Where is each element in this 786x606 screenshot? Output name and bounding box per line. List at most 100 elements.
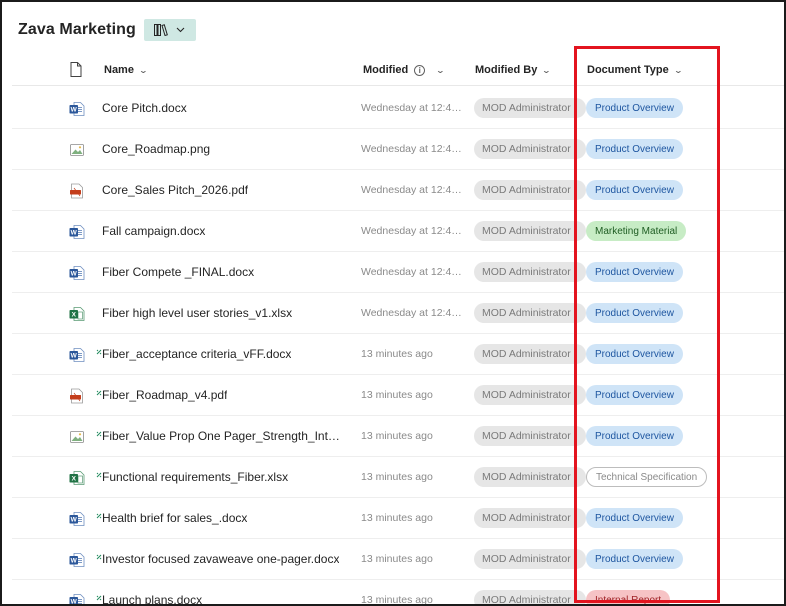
- file-name[interactable]: Investor focused zavaweave one-pager.doc…: [102, 552, 339, 566]
- document-type-tag[interactable]: Product Overview: [586, 303, 683, 323]
- modified-by-persona[interactable]: MOD Administrator: [474, 467, 586, 487]
- modified-date: Wednesday at 12:4…: [361, 102, 461, 114]
- modified-by-persona[interactable]: MOD Administrator: [474, 262, 586, 282]
- modified-by-persona[interactable]: MOD Administrator: [474, 549, 586, 569]
- file-name[interactable]: Fiber Compete _FINAL.docx: [102, 265, 254, 279]
- table-row[interactable]: W Fiber Compete _FINAL.docx Wednesday at…: [12, 252, 784, 293]
- modified-by-persona[interactable]: MOD Administrator: [474, 385, 586, 405]
- document-type-tag[interactable]: Technical Specification: [586, 467, 708, 487]
- modified-date: 13 minutes ago: [361, 471, 433, 483]
- column-header-document-type-label: Document Type: [587, 64, 669, 76]
- file-name[interactable]: Fiber_Roadmap_v4.pdf: [102, 388, 227, 402]
- document-type-tag[interactable]: Product Overview: [586, 98, 683, 118]
- chevron-down-icon: ⌄: [138, 65, 149, 75]
- file-name[interactable]: Core Pitch.docx: [102, 101, 187, 115]
- word-icon: W: [69, 101, 85, 117]
- file-type-icon[interactable]: [70, 62, 82, 77]
- svg-text:W: W: [71, 353, 78, 360]
- file-list: W Core Pitch.docx Wednesday at 12:4… MOD…: [12, 88, 784, 606]
- table-row[interactable]: W Fall campaign.docx Wednesday at 12:4… …: [12, 211, 784, 252]
- modified-date: 13 minutes ago: [361, 430, 433, 442]
- word-icon: W: [69, 224, 85, 240]
- document-type-tag[interactable]: Marketing Material: [586, 221, 687, 241]
- document-type-tag[interactable]: Product Overview: [586, 508, 683, 528]
- table-row[interactable]: W Health brief for sales_.docx 13 minute…: [12, 498, 784, 539]
- info-icon[interactable]: i: [414, 64, 426, 76]
- document-type-tag[interactable]: Product Overview: [586, 426, 683, 446]
- column-header-modified-by[interactable]: Modified By ⌄: [475, 64, 552, 76]
- table-row[interactable]: W Fiber_acceptance criteria_vFF.docx 13 …: [12, 334, 784, 375]
- table-row[interactable]: Fiber_Value Prop One Pager_Strength_Inte…: [12, 416, 784, 457]
- modified-date: Wednesday at 12:4…: [361, 143, 461, 155]
- table-row[interactable]: X Fiber high level user stories_v1.xlsx …: [12, 293, 784, 334]
- pdf-icon: [69, 183, 85, 199]
- modified-by-persona[interactable]: MOD Administrator: [474, 344, 586, 364]
- table-row[interactable]: X Functional requirements_Fiber.xlsx 13 …: [12, 457, 784, 498]
- page-title: Zava Marketing: [18, 21, 136, 38]
- svg-text:W: W: [71, 558, 78, 565]
- file-name[interactable]: Health brief for sales_.docx: [102, 511, 247, 525]
- modified-by-persona[interactable]: MOD Administrator: [474, 508, 586, 528]
- word-icon: W: [69, 593, 85, 606]
- table-row[interactable]: W Investor focused zavaweave one-pager.d…: [12, 539, 784, 580]
- table-row[interactable]: Core_Sales Pitch_2026.pdf Wednesday at 1…: [12, 170, 784, 211]
- modified-by-persona[interactable]: MOD Administrator: [474, 590, 586, 604]
- file-name[interactable]: Functional requirements_Fiber.xlsx: [102, 470, 288, 484]
- document-type-tag[interactable]: Product Overview: [586, 385, 683, 405]
- view-switcher-button[interactable]: [143, 19, 196, 41]
- column-header-modified[interactable]: Modified i ⌄: [363, 64, 445, 76]
- file-name[interactable]: Fall campaign.docx: [102, 224, 205, 238]
- svg-text:W: W: [71, 230, 78, 237]
- document-type-tag[interactable]: Product Overview: [586, 344, 683, 364]
- word-icon: W: [69, 265, 85, 281]
- modified-date: Wednesday at 12:4…: [361, 184, 461, 196]
- file-name[interactable]: Fiber_Value Prop One Pager_Strength_Inte…: [102, 429, 342, 443]
- column-header-name[interactable]: Name ⌄: [104, 64, 149, 76]
- excel-icon: X: [69, 306, 85, 322]
- svg-text:W: W: [71, 599, 78, 606]
- file-name[interactable]: Core_Roadmap.png: [102, 142, 210, 156]
- svg-text:X: X: [72, 476, 77, 483]
- modified-by-persona[interactable]: MOD Administrator: [474, 139, 586, 159]
- library-icon: [154, 24, 169, 36]
- chevron-down-icon: ⌄: [673, 65, 683, 75]
- modified-by-persona[interactable]: MOD Administrator: [474, 180, 586, 200]
- chevron-down-icon: ⌄: [542, 65, 552, 75]
- table-row[interactable]: Core_Roadmap.png Wednesday at 12:4… MOD …: [12, 129, 784, 170]
- chevron-down-icon: [177, 27, 185, 33]
- file-name[interactable]: Fiber high level user stories_v1.xlsx: [102, 306, 292, 320]
- document-library: Zava Marketing Name ⌄ Modified i ⌄ Modif…: [0, 0, 786, 606]
- modified-date: 13 minutes ago: [361, 553, 433, 565]
- modified-by-persona[interactable]: MOD Administrator: [474, 426, 586, 446]
- column-header-document-type[interactable]: Document Type ⌄: [587, 64, 683, 76]
- document-type-tag[interactable]: Product Overview: [586, 139, 683, 159]
- file-name[interactable]: Core_Sales Pitch_2026.pdf: [102, 183, 248, 197]
- file-name[interactable]: Fiber_acceptance criteria_vFF.docx: [102, 347, 291, 361]
- excel-icon: X: [69, 470, 85, 486]
- file-name[interactable]: Launch plans.docx: [102, 593, 202, 604]
- modified-by-persona[interactable]: MOD Administrator: [474, 303, 586, 323]
- svg-text:W: W: [71, 107, 78, 114]
- document-type-tag[interactable]: Product Overview: [586, 262, 683, 282]
- table-row[interactable]: W Launch plans.docx 13 minutes ago MOD A…: [12, 580, 784, 606]
- modified-by-persona[interactable]: MOD Administrator: [474, 98, 586, 118]
- column-header-name-label: Name: [104, 64, 134, 76]
- document-type-tag[interactable]: Internal Report: [586, 590, 671, 604]
- modified-date: 13 minutes ago: [361, 594, 433, 606]
- table-row[interactable]: Fiber_Roadmap_v4.pdf 13 minutes ago MOD …: [12, 375, 784, 416]
- image-icon: [69, 429, 85, 445]
- modified-date: 13 minutes ago: [361, 512, 433, 524]
- modified-by-persona[interactable]: MOD Administrator: [474, 221, 586, 241]
- pdf-icon: [69, 388, 85, 404]
- document-type-tag[interactable]: Product Overview: [586, 549, 683, 569]
- table-row[interactable]: W Core Pitch.docx Wednesday at 12:4… MOD…: [12, 88, 784, 129]
- svg-text:X: X: [72, 312, 77, 319]
- word-icon: W: [69, 511, 85, 527]
- document-type-tag[interactable]: Product Overview: [586, 180, 683, 200]
- word-icon: W: [69, 347, 85, 363]
- modified-date: Wednesday at 12:4…: [361, 225, 461, 237]
- modified-date: 13 minutes ago: [361, 389, 433, 401]
- column-header-modified-by-label: Modified By: [475, 64, 538, 76]
- column-header-row: Name ⌄ Modified i ⌄ Modified By ⌄ Docume…: [12, 54, 784, 86]
- image-icon: [69, 142, 85, 158]
